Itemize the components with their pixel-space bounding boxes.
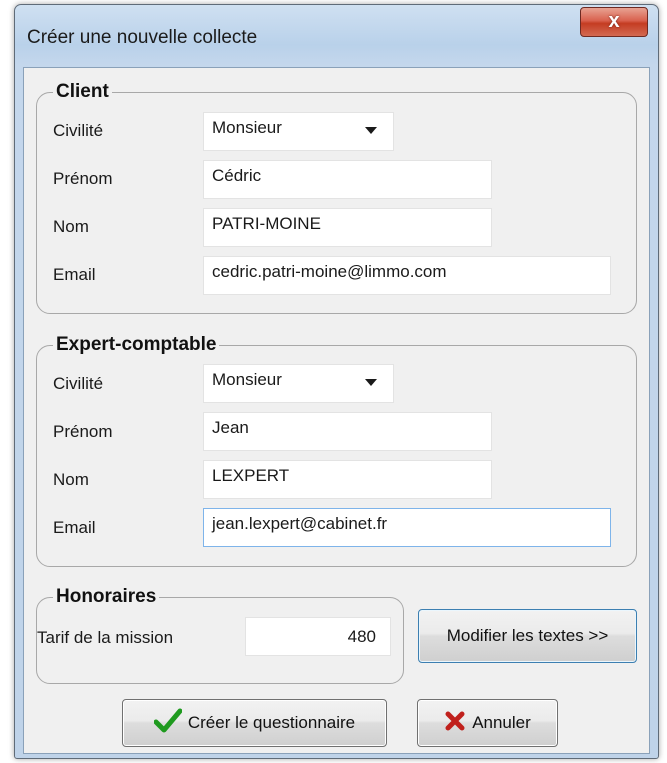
create-questionnaire-label: Créer le questionnaire — [187, 713, 356, 732]
dialog-content: Client Civilité Monsieur Prénom Cédric N… — [23, 67, 650, 754]
client-nom-label: Nom — [53, 217, 89, 236]
expert-civilite-label: Civilité — [53, 374, 104, 393]
modify-texts-button[interactable]: Modifier les textes >> — [418, 609, 637, 663]
expert-civilite-select[interactable]: Monsieur — [203, 364, 394, 403]
client-nom-field[interactable]: PATRI-MOINE — [203, 208, 492, 247]
chevron-down-icon — [365, 379, 377, 386]
tarif-label: Tarif de la mission — [37, 628, 174, 647]
cancel-label: Annuler — [472, 713, 531, 732]
expert-civilite-value: Monsieur — [212, 370, 282, 389]
create-questionnaire-button[interactable]: Créer le questionnaire — [122, 699, 387, 747]
chevron-down-icon — [365, 127, 377, 134]
client-civilite-value: Monsieur — [212, 118, 282, 137]
expert-nom-field[interactable]: LEXPERT — [203, 460, 492, 499]
close-button[interactable]: x — [580, 7, 648, 37]
client-civilite-select[interactable]: Monsieur — [203, 112, 394, 151]
honoraires-group-title: Honoraires — [53, 586, 160, 608]
modify-texts-label: Modifier les textes >> — [446, 626, 609, 645]
expert-nom-label: Nom — [53, 470, 89, 489]
expert-prenom-field[interactable]: Jean — [203, 412, 492, 451]
client-group-title: Client — [53, 81, 112, 103]
client-email-field[interactable]: cedric.patri-moine@limmo.com — [203, 256, 611, 295]
check-icon — [153, 708, 183, 739]
cross-icon — [444, 710, 466, 737]
tarif-field[interactable]: 480 — [245, 617, 391, 656]
client-civilite-label: Civilité — [53, 121, 104, 140]
client-email-label: Email — [53, 265, 96, 284]
expert-email-field[interactable]: jean.lexpert@cabinet.fr — [203, 508, 611, 547]
client-prenom-label: Prénom — [53, 169, 113, 188]
window-title: Créer une nouvelle collecte — [27, 27, 258, 48]
cancel-button[interactable]: Annuler — [417, 699, 558, 747]
expert-prenom-label: Prénom — [53, 422, 113, 441]
close-icon: x — [608, 10, 620, 32]
expert-group-title: Expert-comptable — [53, 334, 220, 356]
client-prenom-field[interactable]: Cédric — [203, 160, 492, 199]
expert-email-label: Email — [53, 518, 96, 537]
dialog-window: Créer une nouvelle collecte x Client Civ… — [14, 4, 659, 759]
